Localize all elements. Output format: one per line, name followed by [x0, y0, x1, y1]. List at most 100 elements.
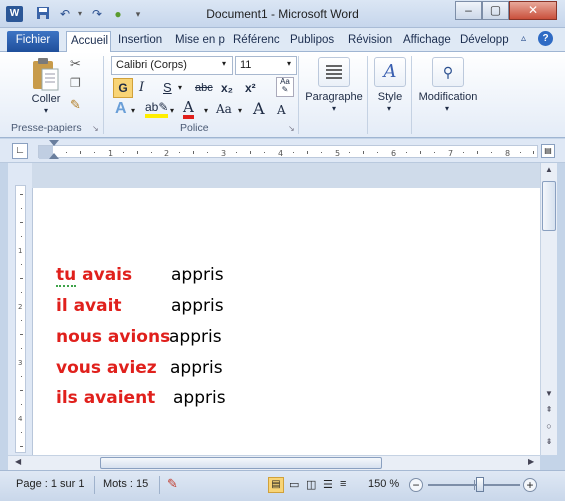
change-case-button[interactable]: Aa [216, 102, 232, 116]
tab-layout[interactable]: Mise en p [171, 31, 227, 52]
zoom-in-icon[interactable]: + [523, 478, 537, 492]
paste-button[interactable]: Coller [28, 93, 64, 105]
paragraph-icon[interactable] [318, 57, 350, 87]
view-ruler-icon[interactable]: ▤ [541, 144, 555, 158]
zoom-slider-thumb[interactable] [475, 477, 484, 492]
scroll-right-icon[interactable]: ▶ [528, 457, 534, 466]
outline-icon[interactable]: ☰ [323, 478, 333, 491]
status-separator [94, 476, 95, 494]
paragraph-dropdown-icon[interactable]: ▾ [328, 104, 340, 113]
copy-icon[interactable]: ❐ [70, 76, 81, 90]
verb-text[interactable]: appris [170, 358, 223, 378]
minimize-button[interactable]: – [455, 1, 482, 20]
subject-text[interactable]: ils avaient [56, 388, 155, 408]
page-count[interactable]: Page : 1 sur 1 [16, 478, 85, 490]
font-family-dropdown-icon[interactable]: ▾ [222, 59, 226, 68]
svg-text:4: 4 [278, 149, 283, 158]
editing-button[interactable]: Modification [413, 91, 483, 103]
document-page[interactable]: tu avais appris il avait appris nous avi… [32, 188, 540, 455]
browse-object-icon[interactable]: ○ [543, 421, 555, 431]
underline-button[interactable]: S [163, 80, 172, 95]
verb-text[interactable]: appris [173, 388, 226, 408]
bold-button[interactable]: G [113, 78, 133, 98]
grow-font-button[interactable]: A [253, 99, 265, 118]
zoom-out-icon[interactable]: − [409, 478, 423, 492]
clipboard-launcher-icon[interactable]: ↘ [92, 124, 99, 133]
text-effects-dropdown-icon[interactable]: ▾ [131, 106, 135, 115]
horizontal-scrollbar[interactable]: ◀ ▶ [8, 455, 540, 470]
vertical-ruler[interactable]: 1 2 3 4 [8, 163, 32, 455]
minimize-ribbon-icon[interactable]: ▵ [521, 33, 526, 44]
group-separator [298, 56, 299, 134]
svg-text:2: 2 [18, 303, 22, 311]
paste-dropdown-icon[interactable]: ▾ [39, 106, 53, 115]
superscript-button[interactable]: x² [245, 81, 256, 95]
tab-file[interactable]: Fichier [7, 31, 59, 52]
scroll-up-icon[interactable]: ▲ [543, 165, 555, 177]
spelling-underline [56, 285, 76, 287]
style-icon[interactable]: A [374, 57, 406, 87]
scroll-thumb[interactable] [542, 181, 556, 231]
tab-view[interactable]: Affichage [399, 31, 455, 52]
font-color-icon[interactable]: A [183, 99, 194, 119]
style-button[interactable]: Style [371, 91, 409, 103]
highlight-dropdown-icon[interactable]: ▾ [170, 106, 174, 115]
font-color-dropdown-icon[interactable]: ▾ [204, 106, 208, 115]
next-page-icon[interactable]: ⇟ [543, 437, 555, 446]
tab-home[interactable]: Accueil [66, 31, 111, 53]
subscript-button[interactable]: x₂ [221, 81, 233, 95]
font-group-label: Police [180, 122, 209, 134]
previous-page-icon[interactable]: ⇞ [543, 405, 555, 414]
group-separator [411, 56, 412, 134]
web-layout-icon[interactable]: ◫ [306, 478, 316, 491]
verb-text[interactable]: appris [169, 327, 222, 347]
style-dropdown-icon[interactable]: ▾ [383, 104, 395, 113]
underline-dropdown-icon[interactable]: ▾ [178, 83, 182, 92]
first-line-indent-marker[interactable] [49, 140, 59, 146]
clear-formatting-icon[interactable]: Aa ✎ [276, 77, 294, 97]
full-screen-icon[interactable]: ▭ [289, 478, 299, 491]
zoom-level[interactable]: 150 % [368, 478, 399, 490]
change-case-dropdown-icon[interactable]: ▾ [238, 106, 242, 115]
word-count[interactable]: Mots : 15 [103, 478, 148, 490]
subject-text[interactable]: tu avais [56, 265, 132, 285]
vertical-scrollbar[interactable]: ▲ ▼ ⇞ ○ ⇟ [540, 163, 557, 455]
horizontal-scroll-thumb[interactable] [100, 457, 382, 469]
scroll-left-icon[interactable]: ◀ [15, 457, 21, 466]
hanging-indent-marker[interactable] [49, 153, 59, 159]
font-launcher-icon[interactable]: ↘ [288, 124, 295, 133]
help-icon[interactable]: ? [538, 31, 553, 46]
format-painter-icon[interactable]: ✎ [70, 97, 81, 113]
editing-dropdown-icon[interactable]: ▾ [441, 104, 453, 113]
tab-references[interactable]: Référenc [229, 31, 285, 52]
text-effects-icon[interactable]: A [115, 100, 127, 118]
close-button[interactable]: ✕ [509, 1, 557, 20]
proofing-icon[interactable]: ✎ [167, 476, 178, 492]
paste-icon[interactable] [30, 57, 60, 93]
strikethrough-button[interactable]: abc [195, 82, 213, 94]
shrink-font-button[interactable]: A [277, 103, 286, 117]
binoculars-icon[interactable]: ⚲ [432, 57, 464, 87]
scroll-down-icon[interactable]: ▼ [543, 389, 555, 398]
font-size-dropdown-icon[interactable]: ▾ [287, 59, 291, 68]
verb-text[interactable]: appris [171, 265, 224, 285]
ribbon: Coller ▾ ✂ ❐ ✎ Presse-papiers ↘ Calibri … [0, 52, 565, 138]
tab-developer[interactable]: Développ [456, 31, 513, 52]
highlight-icon[interactable]: ab✎ [145, 100, 169, 118]
font-family-select[interactable]: Calibri (Corps) [111, 56, 233, 75]
print-layout-icon[interactable]: ▤ [268, 477, 284, 493]
cut-icon[interactable]: ✂ [70, 56, 81, 72]
draft-icon[interactable]: ≡ [340, 478, 346, 490]
italic-button[interactable]: I [139, 80, 144, 95]
tab-selector-icon[interactable]: ∟ [12, 143, 28, 159]
maximize-button[interactable]: ▢ [482, 1, 509, 20]
subject-text[interactable]: nous avions [56, 327, 170, 347]
horizontal-ruler[interactable]: 1 2 3 4 5 6 7 8 [38, 140, 538, 159]
tab-mailings[interactable]: Publipos [286, 31, 342, 52]
tab-insert[interactable]: Insertion [114, 31, 170, 52]
paragraph-button[interactable]: Paragraphe [303, 91, 365, 103]
subject-text[interactable]: il avait [56, 296, 122, 316]
verb-text[interactable]: appris [171, 296, 224, 316]
subject-text[interactable]: vous aviez [56, 358, 157, 378]
tab-review[interactable]: Révision [344, 31, 399, 52]
